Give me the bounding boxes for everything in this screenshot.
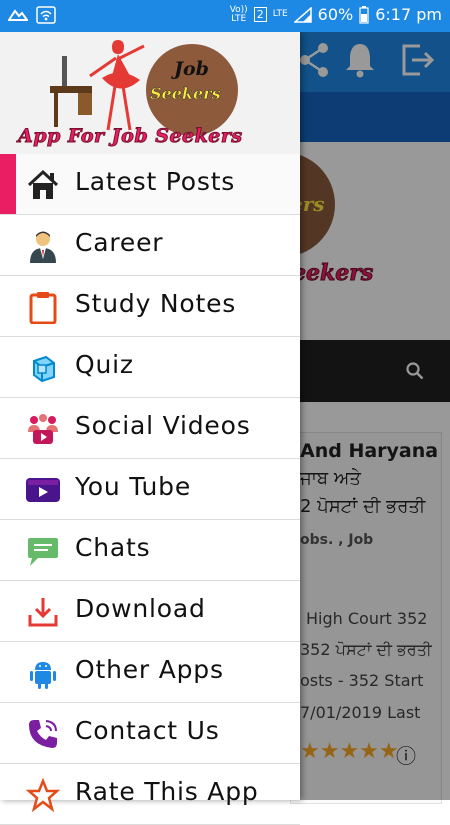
android-icon — [30, 662, 56, 689]
drawer-item-latest-posts[interactable]: Latest Posts — [0, 154, 300, 215]
drawer-item-other-apps[interactable]: Other Apps — [0, 642, 300, 703]
drawer-item-quiz[interactable]: Quiz — [0, 337, 300, 398]
volte-indicator: Vo)) LTE — [229, 4, 248, 24]
drawer-item-study-notes[interactable]: Study Notes — [0, 276, 300, 337]
youtube-icon — [26, 478, 60, 502]
drawer-item-label: Latest Posts — [75, 167, 236, 196]
drawer-header: Job Seekers App For Job Seekers — [0, 32, 300, 154]
businessman-icon — [30, 231, 56, 263]
logo-seekers-text: Seekers — [150, 84, 221, 104]
drawer-item-label: Career — [75, 228, 164, 257]
star-icon — [26, 778, 60, 812]
drawer-menu: Latest Posts Career Study Notes Quiz Soc… — [0, 154, 300, 825]
drawer-item-label: Rate This App — [75, 777, 259, 806]
drawer-item-label: You Tube — [75, 472, 192, 501]
chat-icon — [28, 538, 58, 566]
hill-notification-icon — [8, 9, 28, 21]
sim-indicator: 2 — [253, 7, 267, 22]
drawer-item-rate-this-app[interactable]: Rate This App — [0, 764, 300, 825]
drawer-item-download[interactable]: Download — [0, 581, 300, 642]
drawer-item-label: Quiz — [75, 350, 134, 379]
status-bar: Vo)) LTE 2 LTE 60% 6:17 pm — [0, 0, 450, 32]
drawer-item-label: Other Apps — [75, 655, 224, 684]
active-indicator — [0, 154, 16, 214]
drawer-item-label: Social Videos — [75, 411, 251, 440]
drawer-item-label: Study Notes — [75, 289, 237, 318]
drawer-item-label: Chats — [75, 533, 151, 562]
drawer-item-label: Download — [75, 594, 206, 623]
download-icon — [28, 598, 58, 627]
drawer-item-label: Contact Us — [75, 716, 220, 745]
cube-icon — [33, 355, 55, 383]
drawer-app-title: App For Job Seekers — [18, 125, 243, 148]
battery-percent: 60% — [317, 5, 354, 24]
battery-icon — [359, 5, 369, 24]
drawer-item-social-videos[interactable]: Social Videos — [0, 398, 300, 459]
lte-indicator: LTE — [272, 9, 288, 19]
drawer-item-career[interactable]: Career — [0, 215, 300, 276]
signal-icon — [293, 6, 312, 23]
logo-job-text: Job — [174, 58, 209, 80]
clock: 6:17 pm — [375, 5, 442, 24]
drawer-item-chats[interactable]: Chats — [0, 520, 300, 581]
video-people-icon — [28, 414, 58, 444]
drawer-item-contact-us[interactable]: Contact Us — [0, 703, 300, 764]
navigation-drawer: Job Seekers App For Job Seekers Latest P… — [0, 32, 300, 825]
drawer-item-you-tube[interactable]: You Tube — [0, 459, 300, 520]
home-icon — [27, 169, 59, 199]
wifi-icon — [36, 6, 56, 24]
clipboard-icon — [29, 292, 57, 324]
phone-icon — [29, 720, 57, 748]
